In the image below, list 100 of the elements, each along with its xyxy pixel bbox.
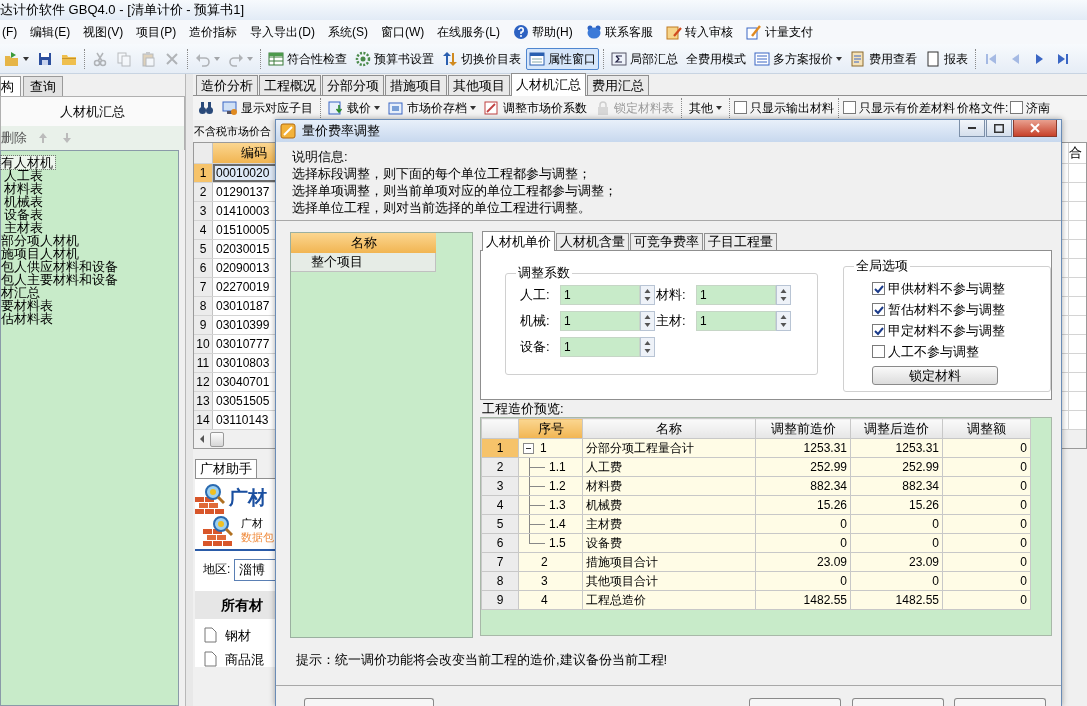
column-header: 调整前造价 <box>755 418 851 439</box>
row-number: 2 <box>194 183 213 201</box>
menu-item[interactable]: 造价指标 <box>188 23 239 41</box>
row-number: 14 <box>194 411 213 429</box>
tab[interactable]: 措施项目 <box>385 75 447 95</box>
toolbar-button[interactable]: 费用查看 <box>847 47 920 70</box>
number-field[interactable]: 1 <box>560 337 640 357</box>
list-item[interactable]: 钢材 <box>225 627 251 644</box>
document-icon <box>203 627 219 644</box>
field-label: 人工: <box>520 287 551 303</box>
tree-item[interactable]: 有人材机 <box>1 156 55 169</box>
tree-item[interactable]: 要材料表 <box>1 299 55 312</box>
tree-item[interactable]: 材料表 <box>4 182 45 195</box>
pencil-icon <box>745 24 762 40</box>
toolbar-button[interactable]: 报表 <box>922 47 971 70</box>
group-title: 调整系数 <box>517 265 571 281</box>
tab[interactable]: 查询 <box>23 76 63 96</box>
tab[interactable]: 构 <box>0 76 21 96</box>
list-item[interactable]: 整个项目 <box>291 253 436 272</box>
menu-item[interactable]: 窗口(W) <box>380 23 426 41</box>
checkbox[interactable] <box>872 303 885 316</box>
toolbar-button[interactable]: 显示对应子目 <box>219 97 316 119</box>
menu-item[interactable]: 联系客服 <box>584 23 654 41</box>
tab[interactable]: 其他项目 <box>448 75 510 95</box>
number-field[interactable]: 1 <box>560 311 640 331</box>
list-item[interactable]: 商品混 <box>225 651 264 668</box>
minimize-button[interactable] <box>959 120 985 137</box>
menu-item[interactable]: 在线服务(L) <box>436 23 501 41</box>
toolbar-button[interactable]: 局部汇总 <box>608 47 681 70</box>
caret-icon <box>836 56 842 61</box>
toolbar-button[interactable]: 切换价目表 <box>439 47 524 70</box>
toolbar-button[interactable]: 预算书设置 <box>352 47 437 70</box>
menu-item[interactable]: 帮助(H) <box>512 23 574 41</box>
menu-item[interactable]: 计量支付 <box>744 23 814 41</box>
toolbar-button[interactable]: 属性窗口 <box>526 47 599 70</box>
menu-item[interactable]: 导入导出(D) <box>249 23 316 41</box>
field-label: 价格文件: <box>957 100 1009 116</box>
menu-item[interactable]: 编辑(E) <box>29 23 72 41</box>
column-header: 名称 <box>582 418 756 439</box>
tree-item[interactable]: 主材表 <box>4 221 45 234</box>
menu-item[interactable]: 视图(V) <box>82 23 125 41</box>
toolbar-button[interactable]: 全费用模式 <box>683 47 749 70</box>
tree-item[interactable]: 施项目人材机 <box>1 247 81 260</box>
toolbar-button[interactable]: 符合性检查 <box>265 47 350 70</box>
tree-item[interactable]: 部分项人材机 <box>1 234 81 247</box>
close-button[interactable] <box>1013 120 1057 137</box>
row-number: 4 <box>194 221 213 239</box>
tab[interactable]: 广材助手 <box>195 459 257 478</box>
collapse-icon[interactable] <box>523 442 534 454</box>
toolbar-button[interactable]: 载价 <box>325 97 383 119</box>
toolbar-button[interactable]: 调整市场价系数 <box>481 97 590 119</box>
checkbox[interactable] <box>872 324 885 337</box>
menu-item[interactable]: (F) <box>1 23 19 41</box>
tree-item[interactable]: 机械表 <box>4 195 45 208</box>
dialog-button[interactable] <box>304 698 434 706</box>
checkbox[interactable] <box>843 101 856 115</box>
dialog-button[interactable] <box>852 698 944 706</box>
lock-icon <box>595 100 611 116</box>
tab[interactable]: 费用汇总 <box>587 75 649 95</box>
tab[interactable]: 分部分项 <box>322 75 384 95</box>
tab[interactable]: 人材机汇总 <box>511 73 586 96</box>
hint-text: 提示：统一调价功能将会改变当前工程的造价,建议备份当前工程! <box>296 652 668 667</box>
toolbar-button[interactable]: 市场价存档 <box>385 97 479 119</box>
tab[interactable]: 人材机单价 <box>482 231 555 251</box>
dialog-button[interactable] <box>749 698 841 706</box>
menu-item[interactable]: 系统(S) <box>327 23 369 41</box>
checkbox[interactable] <box>1010 101 1024 115</box>
tab[interactable]: 工程概况 <box>259 75 321 95</box>
monitor-icon <box>222 100 238 116</box>
checkbox[interactable] <box>872 282 885 295</box>
tree-item[interactable]: 材汇总 <box>1 286 42 299</box>
tab[interactable]: 造价分析 <box>196 75 258 95</box>
checkbox[interactable] <box>872 345 885 358</box>
tree-item[interactable]: 包人供应材料和设备 <box>1 260 120 273</box>
menu-item[interactable]: 转入审核 <box>664 23 734 41</box>
scroll-thumb[interactable] <box>210 431 224 447</box>
row-number: 9 <box>194 316 213 334</box>
number-field[interactable]: 1 <box>560 285 640 305</box>
field-label: 设备: <box>520 339 551 355</box>
dialog-button[interactable] <box>954 698 1046 706</box>
menu-item[interactable]: 项目(P) <box>135 23 178 41</box>
toolbar-button[interactable]: 多方案报价 <box>751 47 845 70</box>
maximize-button[interactable] <box>986 120 1012 137</box>
action-button[interactable]: 锁定材料 <box>872 366 998 385</box>
tree-item[interactable]: 人工表 <box>4 169 45 182</box>
tab[interactable]: 子目工程量 <box>704 233 777 250</box>
toolbar-button[interactable]: 其他 <box>686 97 725 119</box>
adjust-icon <box>484 100 500 116</box>
tree-item[interactable]: 估材料表 <box>1 312 55 325</box>
checkbox[interactable] <box>734 101 747 115</box>
number-field[interactable]: 1 <box>696 285 776 305</box>
tree-item[interactable]: 设备表 <box>4 208 45 221</box>
tab[interactable]: 可竞争费率 <box>630 233 703 250</box>
scroll-left-icon <box>200 435 204 443</box>
delete-button[interactable]: 删除 <box>1 130 27 146</box>
tree-item[interactable]: 包人主要材料和设备 <box>1 273 120 286</box>
settings-icon <box>355 50 371 67</box>
tab[interactable]: 人材机含量 <box>556 233 629 250</box>
row-number: 3 <box>194 202 213 220</box>
number-field[interactable]: 1 <box>696 311 776 331</box>
